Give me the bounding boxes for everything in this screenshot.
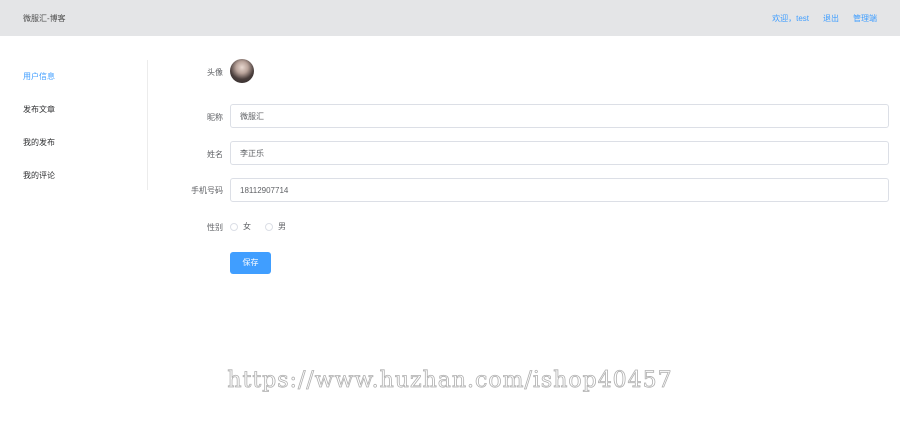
gender-radio-female[interactable]: 女 — [230, 221, 251, 232]
brand-title: 微服汇-博客 — [23, 14, 66, 23]
welcome-user-link[interactable]: 欢迎，test — [772, 13, 809, 24]
gender-option-label: 女 — [243, 222, 251, 231]
gender-radio-group: 女 男 — [230, 221, 286, 232]
radio-circle-icon[interactable] — [230, 222, 238, 231]
sidebar-item-my-posts[interactable]: 我的发布 — [23, 137, 55, 148]
save-button[interactable]: 保存 — [230, 252, 271, 274]
gender-radio-male[interactable]: 男 — [265, 221, 286, 232]
name-input[interactable] — [230, 141, 889, 165]
radio-circle-icon[interactable] — [265, 222, 273, 231]
sidebar: 用户信息 发布文章 我的发布 我的评论 — [0, 60, 148, 190]
sidebar-item-user-info[interactable]: 用户信息 — [23, 71, 55, 82]
logout-link[interactable]: 退出 — [823, 13, 839, 24]
sidebar-item-my-comments[interactable]: 我的评论 — [23, 170, 55, 181]
phone-label: 手机号码 — [191, 186, 223, 195]
gender-option-label: 男 — [278, 222, 286, 231]
nickname-label: 昵称 — [207, 113, 223, 122]
phone-input[interactable] — [230, 178, 889, 202]
nickname-input[interactable] — [230, 104, 889, 128]
top-bar: 微服汇-博客 欢迎，test 退出 管理端 — [0, 0, 900, 36]
name-label: 姓名 — [207, 150, 223, 159]
gender-label: 性别 — [207, 223, 223, 232]
admin-link[interactable]: 管理端 — [853, 13, 877, 24]
top-nav: 欢迎，test 退出 管理端 — [772, 13, 877, 24]
avatar-label: 头像 — [207, 68, 223, 77]
sidebar-item-publish-article[interactable]: 发布文章 — [23, 104, 55, 115]
watermark-text: https://www.huzhan.com/ishop40457 — [227, 368, 673, 394]
avatar[interactable] — [230, 59, 254, 83]
